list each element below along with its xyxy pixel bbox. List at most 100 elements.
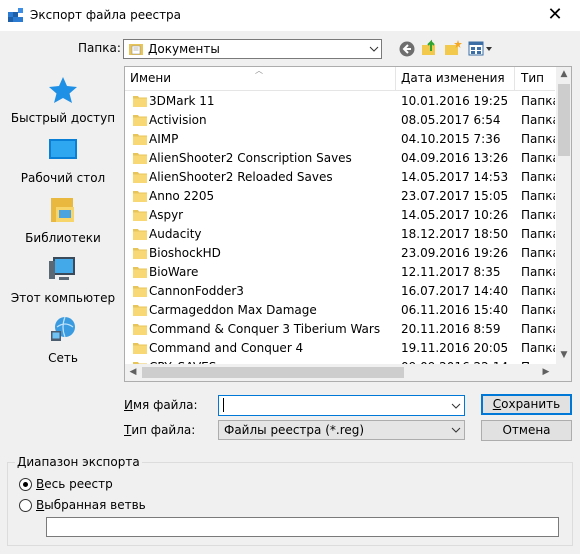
regedit-icon xyxy=(8,8,23,22)
computer-icon xyxy=(49,257,75,280)
folder-icon xyxy=(133,115,147,126)
file-name: BioshockHD xyxy=(149,246,221,260)
filetype-combobox[interactable]: Файлы реестра (*.reg) xyxy=(218,420,465,440)
folder-label: Папка: xyxy=(78,41,121,55)
list-item[interactable]: Audacity 18.12.2017 18:50 Папка xyxy=(125,225,555,244)
libraries-icon xyxy=(51,198,74,222)
place-label: Рабочий стол xyxy=(20,171,106,185)
branch-path-input[interactable] xyxy=(46,517,559,537)
chevron-down-icon xyxy=(451,427,461,433)
folder-icon xyxy=(133,343,147,354)
column-header-date[interactable]: Дата изменения xyxy=(401,71,505,85)
close-button[interactable]: ✕ xyxy=(544,4,566,26)
radio-all-registry[interactable] xyxy=(19,478,32,491)
radio-selected-dot xyxy=(23,482,28,487)
file-name: Command & Conquer 3 Tiberium Wars xyxy=(149,322,381,336)
list-item[interactable]: Anno 2205 23.07.2017 15:05 Папка xyxy=(125,187,555,206)
list-item[interactable]: BioshockHD 23.09.2016 19:26 Папка xyxy=(125,244,555,263)
file-name: Aspyr xyxy=(149,208,184,222)
save-button[interactable]: Сохранить xyxy=(481,394,572,415)
sort-ascending-icon: ︿ xyxy=(255,66,263,75)
scroll-left-icon[interactable]: ◀ xyxy=(125,367,141,377)
list-item[interactable]: AIMP 04.10.2015 7:36 Папка xyxy=(125,130,555,149)
file-name: BioWare xyxy=(149,265,199,279)
list-item[interactable]: 3DMark 11 10.01.2016 19:25 Папка xyxy=(125,92,555,111)
file-name: Command and Conquer 4 xyxy=(149,341,304,355)
new-folder-icon[interactable] xyxy=(444,39,462,57)
folder-combobox[interactable]: Документы xyxy=(123,39,382,59)
cancel-button[interactable]: Отмена xyxy=(481,420,572,441)
file-type: Папка xyxy=(521,113,555,127)
file-date: 14.05.2017 10:26 xyxy=(401,208,509,222)
folder-combobox-value: Документы xyxy=(148,42,220,56)
list-item[interactable]: Carmageddon Max Damage 06.11.2016 15:40 Па… xyxy=(125,301,555,320)
file-name: Audacity xyxy=(149,227,202,241)
place-label: Библиотеки xyxy=(25,231,101,245)
text-cursor xyxy=(223,398,224,412)
list-item[interactable]: Aspyr 14.05.2017 10:26 Папка xyxy=(125,206,555,225)
list-item[interactable]: AlienShooter2 Conscription Saves 04.09.20… xyxy=(125,149,555,168)
place-network[interactable]: Сеть xyxy=(8,315,118,371)
folder-icon xyxy=(133,210,147,221)
filename-label: Имя файла: xyxy=(124,398,198,412)
file-type: Папка xyxy=(521,246,555,260)
file-date: 16.07.2017 14:40 xyxy=(401,284,509,298)
vertical-scrollbar[interactable]: ▲ ▼ xyxy=(556,67,571,364)
file-date: 14.05.2017 14:53 xyxy=(401,170,509,184)
place-this-pc[interactable]: Этот компьютер xyxy=(8,255,118,311)
list-item[interactable]: BioWare 12.11.2017 8:35 Папка xyxy=(125,263,555,282)
place-label: Быстрый доступ xyxy=(10,111,116,125)
scroll-down-icon[interactable]: ▼ xyxy=(556,350,571,360)
folder-icon xyxy=(133,305,147,316)
file-date: 19.11.2016 20:05 xyxy=(401,341,509,355)
scroll-right-icon[interactable]: ▶ xyxy=(538,367,554,377)
folder-icon xyxy=(133,134,147,145)
list-item[interactable]: CannonFodder3 16.07.2017 14:40 Папка xyxy=(125,282,555,301)
file-name: AlienShooter2 Reloaded Saves xyxy=(149,170,333,184)
file-type: Папка xyxy=(521,341,555,355)
folder-icon xyxy=(133,191,147,202)
list-item[interactable]: Activision 08.05.2017 6:54 Папка xyxy=(125,111,555,130)
file-type: Папка xyxy=(521,265,555,279)
radio-selected-branch-label[interactable]: Выбранная ветвь xyxy=(36,498,146,512)
place-desktop[interactable]: Рабочий стол xyxy=(8,135,118,191)
vertical-scroll-thumb[interactable] xyxy=(558,84,570,156)
place-quick-access[interactable]: Быстрый доступ xyxy=(8,75,118,131)
chevron-down-icon xyxy=(369,46,379,52)
place-label: Сеть xyxy=(48,351,78,365)
file-date: 06.11.2016 15:40 xyxy=(401,303,509,317)
filename-input[interactable] xyxy=(218,395,465,416)
window-title: Экспорт файла реестра xyxy=(30,8,182,22)
list-item[interactable]: Command & Conquer 3 Tiberium Wars 20.11.2… xyxy=(125,320,555,339)
back-icon[interactable] xyxy=(398,40,416,58)
radio-all-registry-label[interactable]: Весь реестр xyxy=(36,477,113,491)
folder-icon xyxy=(133,229,147,240)
place-libraries[interactable]: Библиотеки xyxy=(8,195,118,251)
network-icon xyxy=(51,316,75,341)
file-date: 23.09.2016 19:26 xyxy=(401,246,509,260)
view-menu-icon[interactable] xyxy=(468,40,494,58)
folder-icon xyxy=(133,153,147,164)
file-date: 18.12.2017 18:50 xyxy=(401,227,509,241)
radio-selected-branch[interactable] xyxy=(19,499,32,512)
column-header-type[interactable]: Тип xyxy=(521,71,544,85)
file-list[interactable]: ︿ Имени Дата изменения Тип 3DMark 11 10.0… xyxy=(124,66,572,382)
horizontal-scrollbar[interactable]: ◀ ▶ xyxy=(125,364,556,381)
file-name: 3DMark 11 xyxy=(149,94,215,108)
folder-icon xyxy=(133,267,147,278)
column-header-name[interactable]: Имени xyxy=(130,71,171,85)
scroll-up-icon[interactable]: ▲ xyxy=(556,69,571,79)
file-name: CannonFodder3 xyxy=(149,284,244,298)
horizontal-scroll-thumb[interactable] xyxy=(142,367,404,378)
list-item[interactable]: Command and Conquer 4 19.11.2016 20:05 Пап… xyxy=(125,339,555,358)
chevron-down-icon[interactable] xyxy=(450,400,462,412)
list-header: ︿ Имени Дата изменения Тип xyxy=(125,67,555,91)
up-folder-icon[interactable] xyxy=(421,39,439,57)
title-bar: Экспорт файла реестра ✕ xyxy=(0,0,580,31)
file-type: Папка xyxy=(521,151,555,165)
scrollbar-corner xyxy=(556,364,571,381)
list-item[interactable]: AlienShooter2 Reloaded Saves 14.05.2017 1… xyxy=(125,168,555,187)
folder-icon xyxy=(133,96,147,107)
file-type: Папка xyxy=(521,132,555,146)
file-date: 04.09.2016 13:26 xyxy=(401,151,509,165)
